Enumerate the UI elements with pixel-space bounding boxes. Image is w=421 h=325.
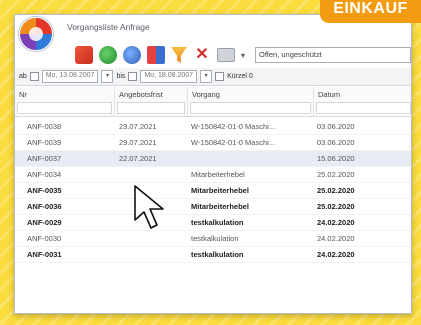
table-row[interactable]: ANF-0034 Mitarbeiterhebel 25.02.2020 xyxy=(15,167,411,183)
column-filter-input[interactable] xyxy=(190,102,311,114)
cell-nr: ANF-0036 xyxy=(27,202,62,211)
to-date-checkbox[interactable] xyxy=(128,72,138,81)
column-header-label: Datum xyxy=(318,90,341,99)
print-icon[interactable] xyxy=(217,48,235,62)
status-filter-select[interactable]: Offen, ungeschützt xyxy=(255,47,411,63)
cell-frist: 23.07.2021 xyxy=(119,122,157,131)
cell-vorgang: Mitarbeiterhebel xyxy=(191,202,249,211)
cell-vorgang: Mitarbeiterhebel xyxy=(191,186,249,195)
cell-datum: 24.02.2020 xyxy=(317,250,355,259)
column-header-label: Angebotsfrist xyxy=(119,90,163,99)
to-date-field[interactable]: Mo, 18.08.2007 xyxy=(140,70,198,83)
book-icon[interactable] xyxy=(147,46,165,64)
cell-datum: 15.06.2020 xyxy=(317,154,355,163)
cell-vorgang: testkalkulation xyxy=(191,218,244,227)
cell-datum: 03.06.2020 xyxy=(317,138,355,147)
cell-datum: 24.02.2020 xyxy=(317,218,355,227)
cell-datum: 25.02.2020 xyxy=(317,202,355,211)
column-vorgang[interactable]: Vorgang xyxy=(188,87,314,116)
column-angebotsfrist[interactable]: Angebotsfrist xyxy=(115,87,188,116)
kuerzel-checkbox[interactable] xyxy=(215,72,225,81)
cell-nr: ANF-0039 xyxy=(27,138,62,147)
cell-nr: ANF-0029 xyxy=(27,218,62,227)
table-row[interactable]: ANF-0035 Mitarbeiterhebel 25.02.2020 xyxy=(15,183,411,199)
table-row[interactable]: ANF-0039 29.07.2021 W-150842-01-0 Maschi..… xyxy=(15,135,411,151)
cell-vorgang: testkalkulation xyxy=(191,234,239,243)
cell-datum: 25.02.2020 xyxy=(317,186,355,195)
table-row[interactable]: ANF-0029 testkalkulation 24.02.2020 xyxy=(15,215,411,231)
cell-vorgang: W-150842-01-0 Maschi... xyxy=(191,122,276,131)
cell-nr: ANF-0038 xyxy=(27,122,62,131)
from-date-field[interactable]: Mo, 13.08.2007 xyxy=(41,70,99,83)
cell-nr: ANF-0037 xyxy=(27,154,62,163)
app-logo-icon xyxy=(19,17,53,51)
column-header-label: Nr xyxy=(19,90,27,99)
table-row[interactable]: ANF-0038 23.07.2021 W-150842-01-0 Maschi..… xyxy=(15,119,411,135)
date-filter-bar: ab Mo, 13.08.2007 ▾ bis Mo, 18.08.2007 ▾… xyxy=(15,68,411,86)
column-datum[interactable]: Datum xyxy=(314,87,411,116)
column-filter-input[interactable] xyxy=(17,102,112,114)
grid-rows: ANF-0038 23.07.2021 W-150842-01-0 Maschi..… xyxy=(15,119,411,263)
cell-datum: 24.02.2020 xyxy=(317,234,355,243)
window-title: Vorgangsliste Anfrage xyxy=(67,22,150,32)
cell-vorgang: W-150842-01-0 Maschi... xyxy=(191,138,276,147)
cell-nr: ANF-0034 xyxy=(27,170,62,179)
column-filter-input[interactable] xyxy=(117,102,185,114)
grid-header: Nr Angebotsfrist Vorgang Datum xyxy=(15,87,411,117)
cell-vorgang: testkalkulation xyxy=(191,250,244,259)
category-badge: EINKAUF xyxy=(320,0,421,23)
cell-nr: ANF-0035 xyxy=(27,186,62,195)
chevron-down-icon[interactable]: ▾ xyxy=(241,51,249,60)
cell-datum: 03.06.2020 xyxy=(317,122,355,131)
from-label: ab xyxy=(19,73,27,80)
new-doc-icon[interactable] xyxy=(75,46,93,64)
cell-vorgang: Mitarbeiterhebel xyxy=(191,170,245,179)
cell-nr: ANF-0030 xyxy=(27,234,62,243)
to-label: bis xyxy=(116,73,126,80)
table-row[interactable]: ANF-0030 testkalkulation 24.02.2020 xyxy=(15,231,411,247)
toolbar: ✕ ▾ Offen, ungeschützt xyxy=(75,43,411,67)
mouse-cursor-icon xyxy=(134,185,164,229)
globe-icon[interactable] xyxy=(123,46,141,64)
cell-frist: 29.07.2021 xyxy=(119,138,157,147)
chevron-down-icon[interactable]: ▾ xyxy=(200,70,213,83)
chevron-down-icon[interactable]: ▾ xyxy=(101,70,114,83)
cell-nr: ANF-0031 xyxy=(27,250,62,259)
table-row[interactable]: ANF-0037 22.07.2021 15.06.2020 xyxy=(15,151,411,167)
column-header-label: Vorgang xyxy=(192,90,220,99)
column-filter-input[interactable] xyxy=(316,102,411,114)
filter-icon[interactable] xyxy=(171,47,187,63)
cell-frist: 22.07.2021 xyxy=(119,154,157,163)
kuerzel-label: Kürzel 0 xyxy=(227,73,253,80)
delete-icon[interactable]: ✕ xyxy=(193,46,211,64)
from-date-checkbox[interactable] xyxy=(29,72,39,81)
column-nr[interactable]: Nr xyxy=(15,87,115,116)
app-window: Vorgangsliste Anfrage ✕ ▾ Offen, ungesch… xyxy=(14,14,412,314)
refresh-icon[interactable] xyxy=(99,46,117,64)
table-row[interactable]: ANF-0036 Mitarbeiterhebel 25.02.2020 xyxy=(15,199,411,215)
table-row[interactable]: ANF-0031 testkalkulation 24.02.2020 xyxy=(15,247,411,263)
cell-datum: 25.02.2020 xyxy=(317,170,355,179)
